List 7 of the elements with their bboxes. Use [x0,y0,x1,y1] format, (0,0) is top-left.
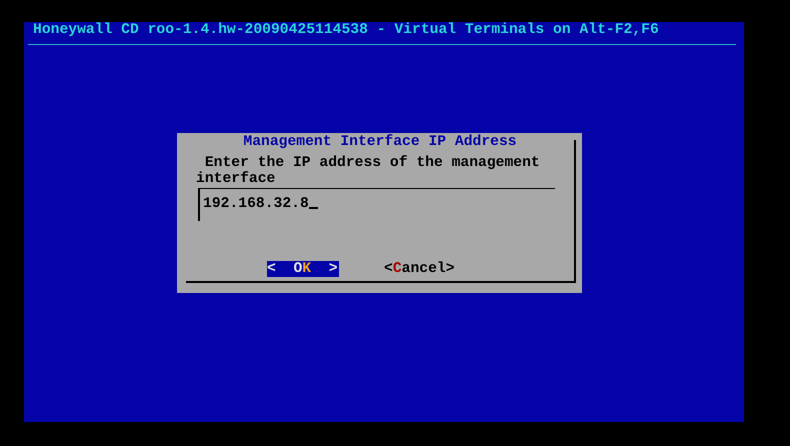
ip-input-field[interactable]: 192.168.32.8 [198,188,555,221]
screen-title: Honeywall CD roo-1.4.hw-20090425114538 - Virtual Terminals on Alt-F2,F6 [32,22,660,38]
dialog-button[interactable]: < OK > [267,261,339,277]
prompt-text: Enter the IP address of the management interface [196,155,541,187]
text-cursor [308,207,318,209]
dialog-title: Management Interface IP Address [242,134,518,150]
dialog-button[interactable]: <Cancel> [384,261,456,277]
